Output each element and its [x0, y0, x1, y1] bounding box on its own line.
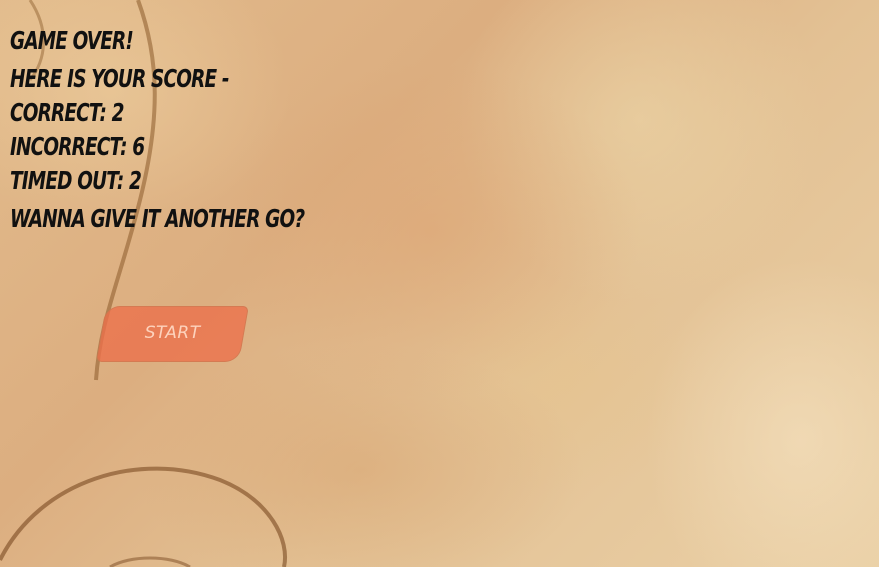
incorrect-count: INCORRECT: 6	[10, 132, 145, 161]
start-button[interactable]: START	[96, 306, 249, 362]
correct-count: CORRECT: 2	[10, 98, 124, 127]
game-over-title: GAME OVER!	[10, 26, 134, 55]
play-again-prompt: WANNA GIVE IT ANOTHER GO?	[10, 204, 305, 233]
score-heading: HERE IS YOUR SCORE -	[10, 64, 230, 93]
start-button-label: START	[144, 323, 201, 343]
game-over-panel: GAME OVER! HERE IS YOUR SCORE - CORRECT:…	[10, 24, 305, 236]
timed-out-count: TIMED OUT: 2	[10, 166, 142, 195]
